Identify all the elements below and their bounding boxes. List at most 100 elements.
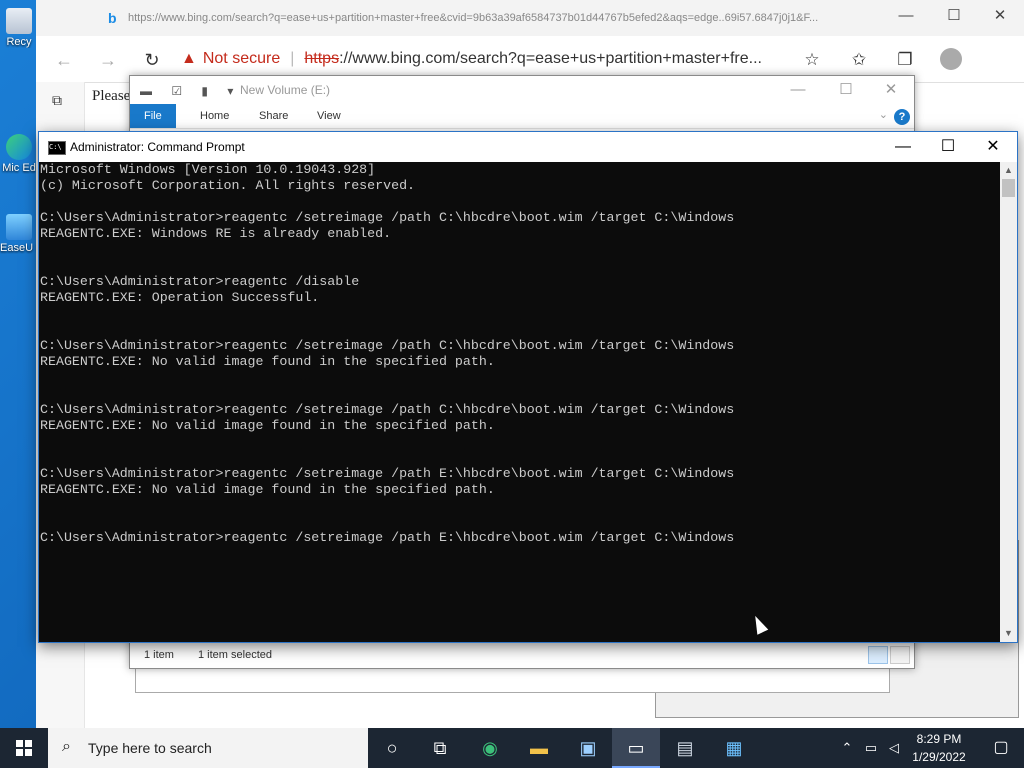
console-line: REAGENTC.EXE: Operation Successful. [40,290,320,305]
show-hidden-icons-icon[interactable]: ⌃ [838,728,856,768]
details-view-icon[interactable] [868,646,888,664]
explorer-ribbon: File Home Share View ⌄ ? [130,104,914,129]
cmd-maximize-button[interactable]: ☐ [933,137,963,157]
console-line: C:\Users\Administrator>reagentc /disable [40,274,360,289]
desktop-icon-label: Recy [6,36,32,48]
taskbar-clock[interactable]: 8:29 PM 1/29/2022 [906,730,972,766]
notifications-icon[interactable]: ▢ [978,728,1024,768]
quick-access-toolbar[interactable]: ▬ ☑ ▮ ▾ [140,84,241,98]
status-item-count: 1 item [144,649,174,661]
console-line: C:\Users\Administrator>reagentc /setreim… [40,402,735,417]
console-line: REAGENTC.EXE: No valid image found in th… [40,482,495,497]
network-icon[interactable]: ▭ [860,728,882,768]
cmd-title: Administrator: Command Prompt [70,140,245,154]
explorer-status-bar: 1 item 1 item selected [130,641,914,668]
task-view-icon[interactable]: ⧉ [416,728,464,768]
taskbar: ⌕ Type here to search ○ ⧉ ◉ ▬ ▣ ▭ ▤ ▦ ⌃ … [0,728,1024,768]
desktop-icon-label: Mic Ed [2,162,36,174]
edge-minimize-button[interactable]: — [894,6,918,26]
console-output[interactable]: Microsoft Windows [Version 10.0.19043.92… [39,162,999,642]
background-dialog-field [135,665,890,693]
easeus-icon [6,214,32,240]
scroll-up-icon[interactable]: ▲ [1000,162,1017,179]
taskbar-file-explorer-icon[interactable]: ▬ [515,728,563,768]
explorer-title-bar: ▬ ☑ ▮ ▾ New Volume (E:) — ☐ ✕ [130,76,914,104]
cmd-close-button[interactable]: ✕ [978,137,1008,157]
console-line: (c) Microsoft Corporation. All rights re… [40,178,416,193]
collections-icon[interactable]: ❐ [893,48,917,72]
desktop-icon-edge[interactable]: Mic Ed [0,134,38,174]
console-line: C:\Users\Administrator>reagentc /setreim… [40,338,735,353]
console-line: REAGENTC.EXE: No valid image found in th… [40,418,495,433]
console-line: C:\Users\Administrator>reagentc /setreim… [40,210,735,225]
scroll-down-icon[interactable]: ▼ [1000,625,1017,642]
volume-icon[interactable]: ◁ [884,728,904,768]
taskbar-edge-icon[interactable]: ◉ [466,728,514,768]
cortana-icon[interactable]: ○ [368,728,416,768]
ribbon-tab-view[interactable]: View [303,104,355,128]
start-button[interactable] [0,728,48,768]
large-icons-view-icon[interactable] [890,646,910,664]
console-line: Microsoft Windows [Version 10.0.19043.92… [40,162,376,177]
taskbar-app-icon[interactable]: ▤ [661,728,709,768]
console-line: REAGENTC.EXE: No valid image found in th… [40,354,495,369]
cmd-title-bar: C:\ Administrator: Command Prompt — ☐ ✕ [39,132,1017,162]
explorer-minimize-button[interactable]: — [786,80,810,100]
edge-tab-bar: b https://www.bing.com/search?q=ease+us+… [36,0,1024,36]
taskbar-easeus-icon[interactable]: ▦ [710,728,758,768]
help-icon[interactable]: ? [894,109,910,125]
add-favorite-icon[interactable]: ☆ [800,48,824,72]
address-url: ://www.bing.com/search?q=ease+us+partiti… [339,50,762,67]
command-prompt-window: C:\ Administrator: Command Prompt — ☐ ✕ … [38,131,1018,643]
back-icon[interactable]: ← [52,48,76,72]
recycle-bin-icon [6,8,32,34]
edge-maximize-button[interactable]: ☐ [942,6,966,26]
favorites-icon[interactable]: ✩ [847,48,871,72]
taskbar-store-icon[interactable]: ▣ [564,728,612,768]
windows-logo-icon [16,740,32,756]
search-icon: ⌕ [62,738,71,755]
console-line: C:\Users\Administrator>reagentc /setreim… [40,530,735,545]
ribbon-tab-file[interactable]: File [130,104,176,128]
console-line: REAGENTC.EXE: Windows RE is already enab… [40,226,392,241]
scroll-thumb[interactable] [1002,179,1015,197]
explorer-close-button[interactable]: ✕ [879,80,903,100]
explorer-maximize-button[interactable]: ☐ [834,80,858,100]
tab-actions-icon[interactable]: ⧉ [52,92,62,109]
profile-avatar[interactable] [940,48,962,70]
address-bar[interactable]: ▲ Not secure | https://www.bing.com/search?… [181,44,826,74]
cmd-scrollbar[interactable]: ▲ ▼ [1000,162,1017,642]
refresh-icon[interactable]: ↻ [140,48,164,72]
ribbon-tab-share[interactable]: Share [245,104,302,128]
desktop-icon-easeus[interactable]: EaseU Reco [0,214,38,254]
bing-logo-icon: b [108,10,117,26]
desktop-icon-recycle-bin[interactable]: Recy [0,8,38,48]
ribbon-expand-icon[interactable]: ⌄ [879,108,888,121]
console-line: C:\Users\Administrator>reagentc /setreim… [40,466,735,481]
edge-tab-title[interactable]: https://www.bing.com/search?q=ease+us+pa… [128,12,818,24]
forward-icon[interactable]: → [96,48,120,72]
edge-close-button[interactable]: ✕ [988,6,1012,26]
ribbon-tab-home[interactable]: Home [186,104,243,128]
desktop-icon-label: EaseU Reco [0,242,38,254]
taskbar-search-box[interactable]: ⌕ Type here to search [48,728,368,768]
cmd-app-icon: C:\ [48,141,66,155]
warning-icon: ▲ [181,50,197,67]
taskbar-cmd-icon[interactable]: ▭ [612,728,660,768]
not-secure-label[interactable]: Not secure [203,50,280,67]
cmd-minimize-button[interactable]: — [888,137,918,157]
page-text: Please [92,88,131,104]
explorer-title: New Volume (E:) [240,83,331,97]
edge-icon [6,134,32,160]
clock-date: 1/29/2022 [912,750,966,764]
